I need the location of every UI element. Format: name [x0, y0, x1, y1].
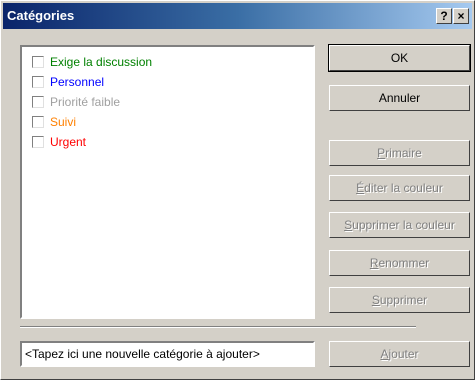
close-button[interactable]: ×: [453, 8, 469, 24]
add-button[interactable]: Ajouter: [329, 341, 470, 367]
category-label: Personnel: [50, 75, 105, 89]
edit-color-button[interactable]: Éditer la couleur: [329, 175, 470, 201]
checkbox[interactable]: [32, 56, 44, 68]
title-bar: Catégories ? ×: [3, 3, 472, 29]
category-list[interactable]: Exige la discussion Personnel Priorité f…: [20, 45, 315, 319]
cancel-button[interactable]: Annuler: [329, 85, 470, 111]
category-label: Exige la discussion: [50, 55, 153, 69]
rename-button[interactable]: Renommer: [329, 250, 470, 276]
delete-button[interactable]: Supprimer: [329, 287, 470, 313]
category-label: Suivi: [50, 115, 77, 129]
category-label: Priorité faible: [50, 95, 121, 109]
help-button[interactable]: ?: [436, 8, 452, 24]
ok-button[interactable]: OK: [328, 44, 471, 72]
checkbox[interactable]: [32, 116, 44, 128]
checkbox[interactable]: [32, 96, 44, 108]
checkbox[interactable]: [32, 136, 44, 148]
category-label: Urgent: [50, 135, 87, 149]
remove-color-button[interactable]: Supprimer la couleur: [329, 212, 470, 238]
checkbox[interactable]: [32, 76, 44, 88]
categories-dialog: Catégories ? × Exige la discussion Perso…: [0, 0, 475, 380]
new-category-input[interactable]: <Tapez ici une nouvelle catégorie à ajou…: [20, 341, 315, 367]
separator: [20, 326, 416, 328]
dialog-title: Catégories: [7, 8, 75, 23]
primary-button[interactable]: Primaire: [329, 140, 470, 166]
